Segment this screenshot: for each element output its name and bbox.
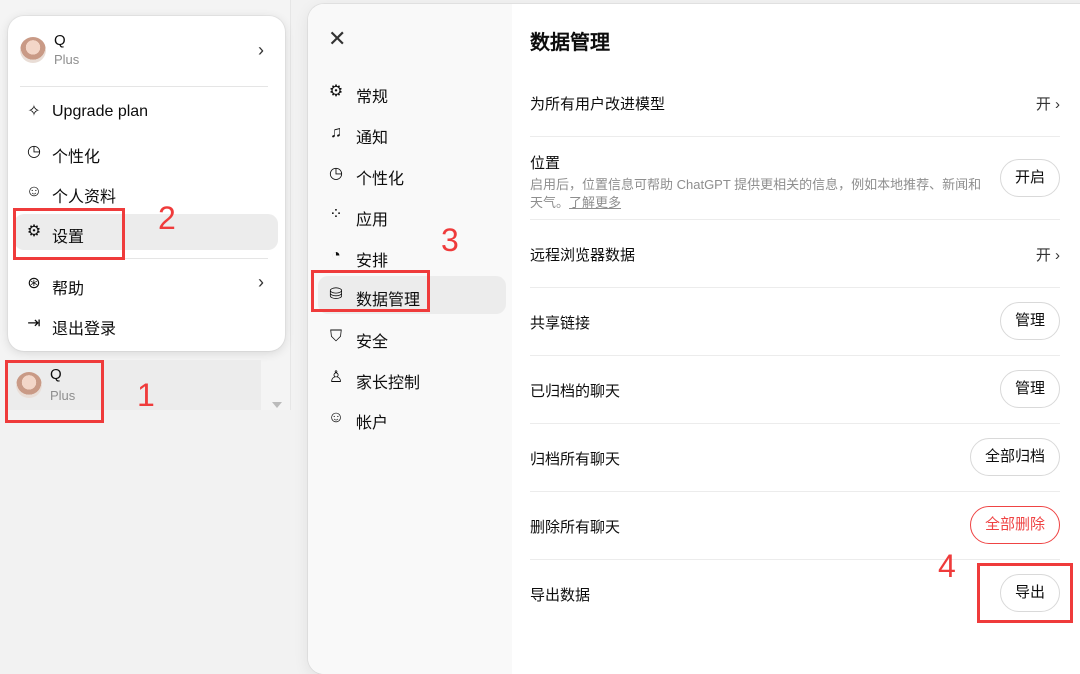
setting-label: 已归档的聊天 — [530, 383, 621, 400]
chevron-right-icon: › — [1055, 96, 1060, 113]
setting-description: 启用后，位置信息可帮助 ChatGPT 提供更相关的信息，例如本地推荐、新闻和天… — [530, 176, 990, 212]
annotation-box-2 — [13, 208, 125, 260]
sparkle-icon: ✧ — [27, 103, 41, 120]
learn-more-link[interactable]: 了解更多 — [569, 195, 621, 210]
menu-item-label: 个性化 — [52, 149, 101, 166]
chevron-right-icon: › — [1055, 247, 1060, 264]
setting-label: 位置 — [530, 155, 561, 172]
gear-icon: ⚙ — [328, 83, 344, 100]
logout-icon: ⇥ — [27, 315, 41, 332]
annotation-number-2: 2 — [158, 200, 176, 236]
nav-item-general[interactable]: ⚙ 常规 — [318, 73, 506, 111]
setting-label: 归档所有聊天 — [530, 451, 621, 468]
nav-item-label: 通知 — [356, 130, 389, 147]
nav-item-label: 个性化 — [356, 171, 405, 188]
chevron-right-icon: › — [258, 272, 264, 292]
apps-icon: ⁘ — [329, 206, 343, 223]
setting-row-shared-links: 共享链接 管理 — [530, 287, 1060, 356]
setting-label: 共享链接 — [530, 315, 591, 332]
nav-item-label: 应用 — [356, 212, 389, 229]
setting-row-improve-model[interactable]: 为所有用户改进模型 开 › — [530, 68, 1060, 137]
setting-label: 远程浏览器数据 — [530, 247, 636, 264]
archive-all-button[interactable]: 全部归档 — [969, 438, 1060, 476]
setting-label: 为所有用户改进模型 — [530, 96, 666, 113]
nav-item-label: 常规 — [356, 89, 389, 106]
menu-item-label: Upgrade plan — [52, 103, 149, 120]
shield-icon: ⛉ — [329, 328, 342, 345]
annotation-box-1 — [5, 360, 104, 423]
menu-item-personalize[interactable]: ◷ 个性化 — [14, 134, 278, 170]
nav-item-account[interactable]: ☺ 帐户 — [318, 399, 506, 437]
nav-item-label: 安全 — [356, 334, 389, 351]
divider — [20, 86, 268, 87]
bell-icon: ♫ — [330, 124, 342, 141]
menu-item-label: 个人资料 — [52, 189, 117, 206]
shared-links-manage-button[interactable]: 管理 — [999, 302, 1060, 340]
close-icon[interactable]: ✕ — [328, 26, 346, 52]
personalize-icon: ◷ — [27, 143, 41, 160]
setting-row-archive-all: 归档所有聊天 全部归档 — [530, 423, 1060, 492]
annotation-number-3: 3 — [441, 222, 459, 258]
account-name: Q — [54, 32, 66, 49]
setting-label: 导出数据 — [530, 587, 591, 604]
setting-row-location: 位置 启用后，位置信息可帮助 ChatGPT 提供更相关的信息，例如本地推荐、新… — [530, 136, 1060, 220]
annotation-number-4: 4 — [938, 548, 956, 584]
setting-row-remote-browser-data[interactable]: 远程浏览器数据 开 › — [530, 219, 1060, 288]
account-header[interactable]: Q Plus › — [20, 30, 275, 74]
scroll-down-arrow-icon[interactable] — [272, 402, 282, 408]
nav-item-security[interactable]: ⛉ 安全 — [318, 318, 506, 356]
annotation-box-3 — [311, 270, 430, 312]
delete-all-button[interactable]: 全部删除 — [969, 506, 1060, 544]
settings-dialog: ✕ ⚙ 常规 ♫ 通知 ◷ 个性化 ⁘ 应用 ◔ 安排 ⛁ 数据管理 ⛉ 安全 — [308, 4, 1080, 674]
left-sidebar: Q Plus › ✧ Upgrade plan ◷ 个性化 ☺ 个人资料 ⚙ 设… — [0, 0, 291, 410]
location-enable-button[interactable]: 开启 — [999, 159, 1060, 197]
setting-value[interactable]: 开 › — [1036, 93, 1060, 114]
annotation-box-4 — [977, 563, 1073, 623]
profile-icon: ☺ — [25, 183, 43, 200]
account-icon: ☺ — [327, 409, 345, 426]
menu-item-logout[interactable]: ⇥ 退出登录 — [14, 306, 278, 342]
settings-nav: ✕ ⚙ 常规 ♫ 通知 ◷ 个性化 ⁘ 应用 ◔ 安排 ⛁ 数据管理 ⛉ 安全 — [308, 4, 512, 674]
nav-item-label: 安排 — [356, 253, 389, 270]
nav-item-parental-controls[interactable]: ♙ 家长控制 — [318, 359, 506, 397]
nav-item-notifications[interactable]: ♫ 通知 — [318, 114, 506, 152]
setting-value[interactable]: 开 › — [1036, 244, 1060, 265]
menu-item-upgrade-plan[interactable]: ✧ Upgrade plan — [14, 94, 278, 130]
menu-item-label: 退出登录 — [52, 321, 117, 338]
setting-row-delete-all: 删除所有聊天 全部删除 — [530, 491, 1060, 560]
nav-item-label: 帐户 — [356, 415, 389, 432]
menu-item-profile[interactable]: ☺ 个人资料 — [14, 174, 278, 210]
setting-label: 删除所有聊天 — [530, 519, 621, 536]
account-plan: Plus — [54, 52, 80, 67]
parental-icon: ♙ — [328, 369, 344, 386]
personalize-icon: ◷ — [329, 165, 343, 182]
setting-value-text: 开 — [1035, 247, 1051, 264]
menu-item-help[interactable]: ⊛ 帮助 › — [14, 266, 278, 302]
annotation-number-1: 1 — [137, 377, 155, 413]
page-title: 数据管理 — [530, 32, 610, 54]
clock-icon: ◔ — [331, 247, 341, 264]
nav-item-apps[interactable]: ⁘ 应用 — [318, 196, 506, 234]
setting-row-archived-chats: 已归档的聊天 管理 — [530, 355, 1060, 424]
avatar — [20, 37, 46, 63]
help-icon: ⊛ — [27, 275, 41, 292]
setting-value-text: 开 — [1035, 96, 1051, 113]
nav-item-label: 家长控制 — [356, 375, 421, 392]
nav-item-personalize[interactable]: ◷ 个性化 — [318, 155, 506, 193]
archived-chats-manage-button[interactable]: 管理 — [999, 370, 1060, 408]
menu-item-label: 帮助 — [52, 281, 85, 298]
account-menu: Q Plus › ✧ Upgrade plan ◷ 个性化 ☺ 个人资料 ⚙ 设… — [8, 16, 285, 351]
chevron-right-icon: › — [258, 40, 264, 60]
